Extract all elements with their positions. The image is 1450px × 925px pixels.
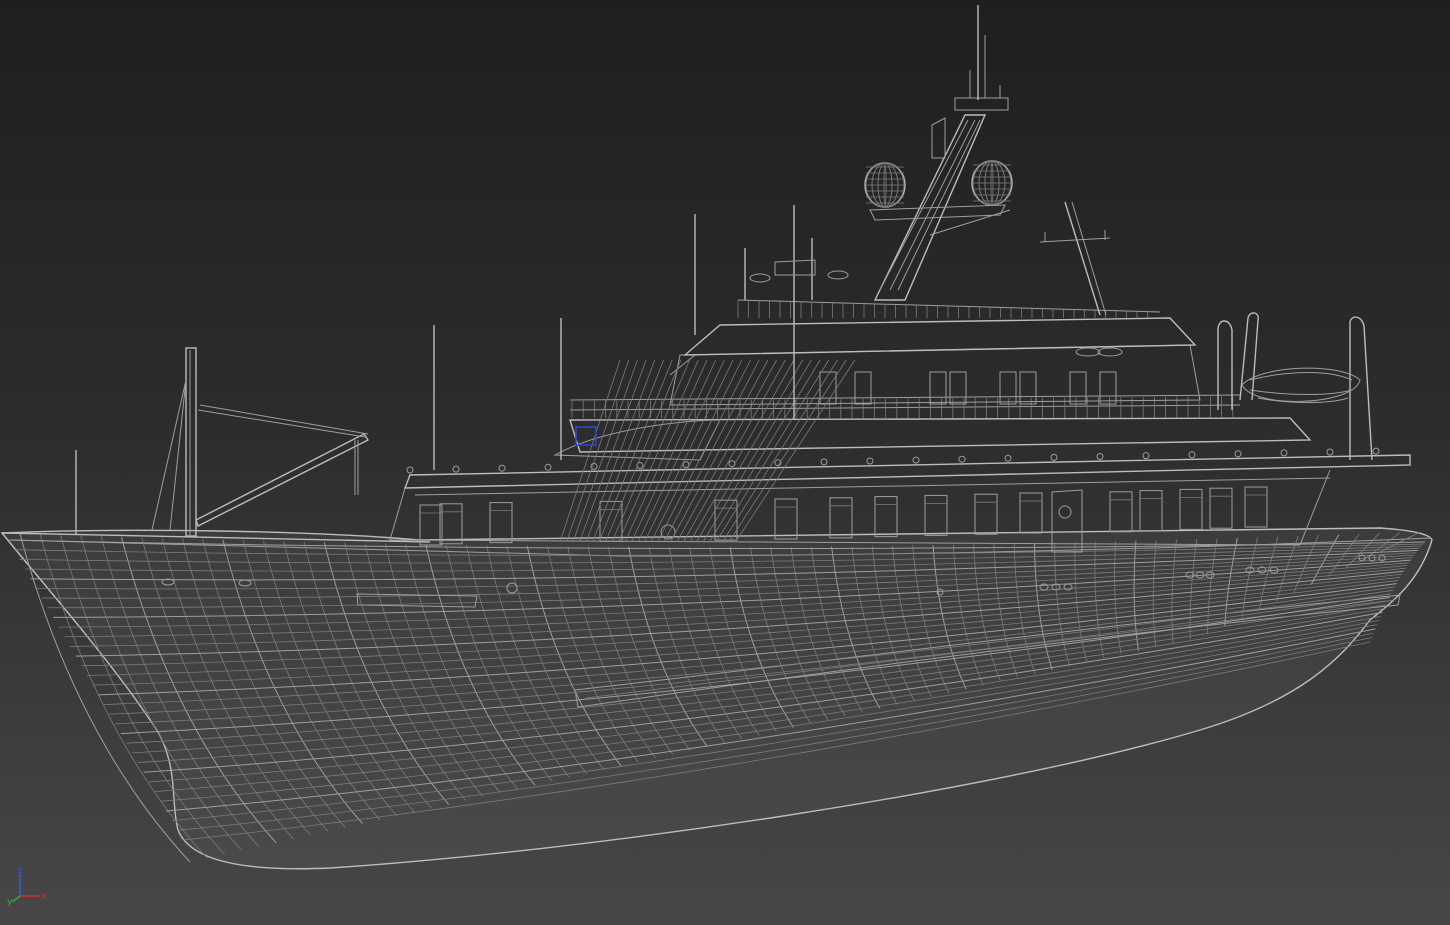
foremast-crane: [151, 347, 370, 537]
axis-gizmo: z x y: [6, 866, 50, 907]
lifeboat-davits: [1217, 312, 1373, 461]
y-axis-label: y: [7, 897, 13, 906]
x-axis-label: x: [41, 892, 47, 902]
radome-left: [864, 162, 906, 208]
aft-mast: [1039, 201, 1111, 316]
top-deck: [683, 299, 1197, 357]
y-axis-line: [11, 895, 21, 903]
top-railing: [737, 300, 1148, 318]
z-axis-label: z: [18, 866, 23, 876]
upper-deck: [553, 344, 1312, 543]
upper-windows: [819, 371, 1117, 405]
antennas: [75, 205, 849, 535]
main-mast: [864, 5, 1013, 301]
hull: [0, 527, 1433, 870]
3d-viewport[interactable]: z x y: [0, 0, 1450, 925]
ship-wireframe-model[interactable]: [0, 0, 1450, 925]
radome-right: [971, 160, 1013, 206]
